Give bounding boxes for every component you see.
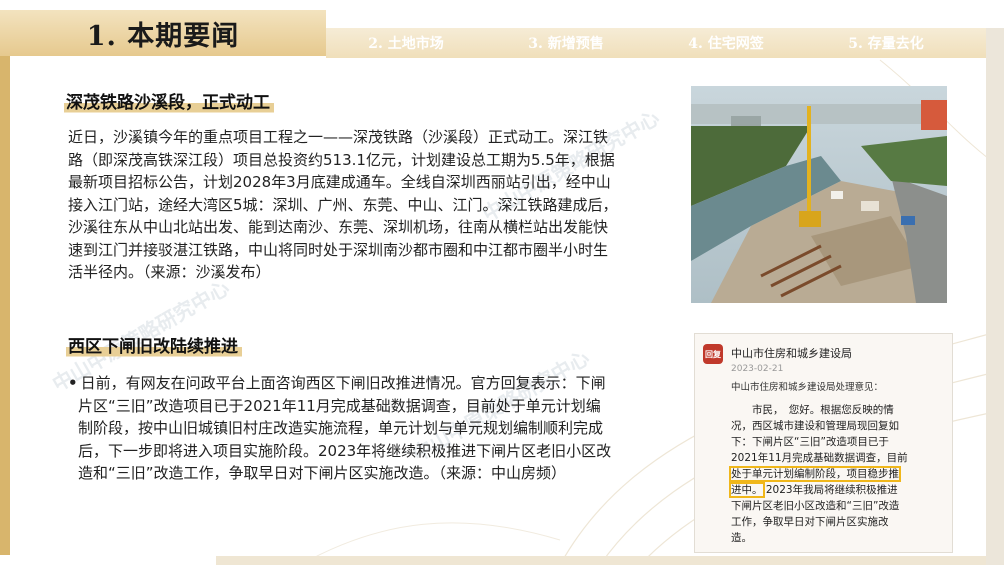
bullet-icon: • (68, 374, 78, 392)
body-line: 造和“三旧”改造工作，争取早日对下闸片区实施改造。（来源：中山房频） (78, 464, 567, 482)
reply-line: 工作，争取早日对下闸片区实施改 (731, 516, 889, 528)
section-body-railway: 近日，沙溪镇今年的重点项目工程之一——深茂铁路（沙溪段）正式动工。深江铁 路（即… (68, 126, 678, 284)
reply-line: 造。 (731, 532, 752, 544)
reply-icon: 回复 (703, 344, 723, 364)
reply-org-name: 中山市住房和城乡建设局 (731, 347, 852, 360)
section-body-renewal: • 日前，有网友在问政平台上面咨询西区下闸旧改推进情况。官方回复表示：下闸 片区“… (68, 372, 668, 485)
reply-line: 进中。 2023年我局将继续积极推进 (729, 482, 943, 498)
body-line: • 日前，有网友在问政平台上面咨询西区下闸旧改推进情况。官方回复表示：下闸 (68, 372, 668, 395)
reply-line: 2021年11月完成基础数据调查，目前 (731, 452, 908, 464)
reply-subtitle: 中山市住房和城乡建设局处理意见： (731, 382, 884, 393)
page-title: 1. 本期要闻 (86, 20, 240, 52)
reply-line-text: 2023年我局将继续积极推进 (765, 484, 898, 496)
left-gold-bar (0, 10, 10, 555)
section-heading-renewal: 西区下闸旧改陆续推进 (66, 332, 242, 359)
body-line: 制阶段，按中山旧城镇旧村庄改造实施流程，单元计划与单元规划编制顺利完成 (78, 419, 604, 437)
body-line: 路（即深茂高铁深江段）项目总投资约513.1亿元，计划建设总工期为5.5年，根据 (68, 150, 615, 169)
active-section-tab[interactable]: 1. 本期要闻 (0, 10, 326, 56)
tab-new-presale[interactable]: 3. 新增预售 (486, 28, 646, 58)
body-line: 活半径内。（来源：沙溪发布） (68, 263, 271, 281)
reply-body: 市民， 您好。根据您反映的情 况，西区城市建设和管理局现回复如 下：下闸片区“三… (729, 402, 943, 546)
body-line-text: 日前，有网友在问政平台上面咨询西区下闸旧改推进情况。官方回复表示：下闸 (80, 374, 606, 392)
reply-line: 下：下闸片区“三旧”改造项目已于 (731, 436, 889, 448)
tab-land-market[interactable]: 2. 土地市场 (326, 28, 486, 58)
body-line: 速到江门并接驳湛江铁路，中山将同时处于深圳南沙都市圈和中江都市圈半小时生 (68, 240, 609, 259)
reply-line: 处于单元计划编制阶段，项目稳步推 (729, 466, 943, 482)
right-rail (986, 28, 1004, 565)
tab-inventory-clearance[interactable]: 5. 存量去化 (806, 28, 966, 58)
body-line: 片区“三旧”改造项目已于2021年11月完成基础数据调查，目前处于单元计划编 (78, 396, 601, 415)
body-line: 后，下一步即将进入项目实施阶段。2023年将继续积极推进下闸片区老旧小区改 (78, 441, 612, 460)
reply-line: 市民， 您好。根据您反映的情 (752, 404, 894, 416)
body-line: 最新项目招标公告，计划2028年3月底建成通车。全线自深圳西丽站引出，经中山 (68, 173, 611, 191)
reply-line: 况，西区城市建设和管理局现回复如 (731, 420, 899, 432)
body-line: 接入江门站，途经大湾区5城：深圳、广州、东莞、中山、江门。深江铁路建成后， (68, 195, 618, 214)
body-line: 近日，沙溪镇今年的重点项目工程之一——深茂铁路（沙溪段）正式动工。深江铁 (68, 128, 609, 146)
reply-date: 2023-02-21 (731, 364, 784, 374)
body-line: 沙溪往东从中山北站出发、能到达南沙、东莞、深圳机场，往南从横栏站出发能快 (68, 218, 609, 236)
official-reply-card: 回复 中山市住房和城乡建设局 2023-02-21 中山市住房和城乡建设局处理意… (694, 333, 953, 553)
construction-site-illustration (691, 86, 947, 303)
section-heading-railway: 深茂铁路沙溪段，正式动工 (64, 88, 274, 115)
highlighted-text: 处于单元计划编制阶段，项目稳步推 (729, 466, 901, 482)
highlighted-text: 进中。 (729, 482, 765, 498)
tab-residential-sign[interactable]: 4. 住宅网签 (646, 28, 806, 58)
construction-site-photo (691, 86, 947, 303)
reply-line: 下闸片区老旧小区改造和“三旧”改造 (731, 500, 900, 512)
